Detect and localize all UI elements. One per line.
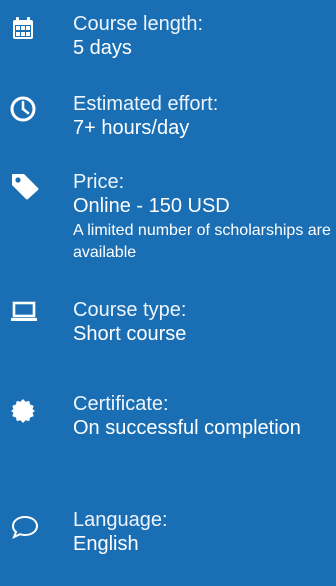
estimated-effort-label: Estimated effort: <box>73 93 219 115</box>
scholarship-note: A limited number of scholarships are ava… <box>73 222 331 261</box>
course-type-label: Course type: <box>73 299 187 321</box>
certificate-value: On successful completion <box>73 417 301 439</box>
course-length-label: Course length: <box>73 13 204 35</box>
speech-bubble-icon <box>11 515 39 539</box>
estimated-effort-value: 7+ hours/day <box>73 117 190 139</box>
clock-icon <box>10 96 36 122</box>
course-type-value: Short course <box>73 323 187 345</box>
price-label: Price: <box>73 171 125 193</box>
course-length-value: 5 days <box>73 37 132 59</box>
laptop-icon <box>11 301 37 321</box>
price-value: Online - 150 USD <box>73 195 230 217</box>
certificate-badge-icon <box>11 399 35 423</box>
certificate-label: Certificate: <box>73 393 169 415</box>
course-info-panel: Course length: 5 days Estimated effort: … <box>0 0 336 586</box>
language-label: Language: <box>73 509 168 531</box>
price-tag-icon <box>12 174 39 200</box>
language-value: English <box>73 533 139 555</box>
calendar-icon <box>13 17 33 39</box>
